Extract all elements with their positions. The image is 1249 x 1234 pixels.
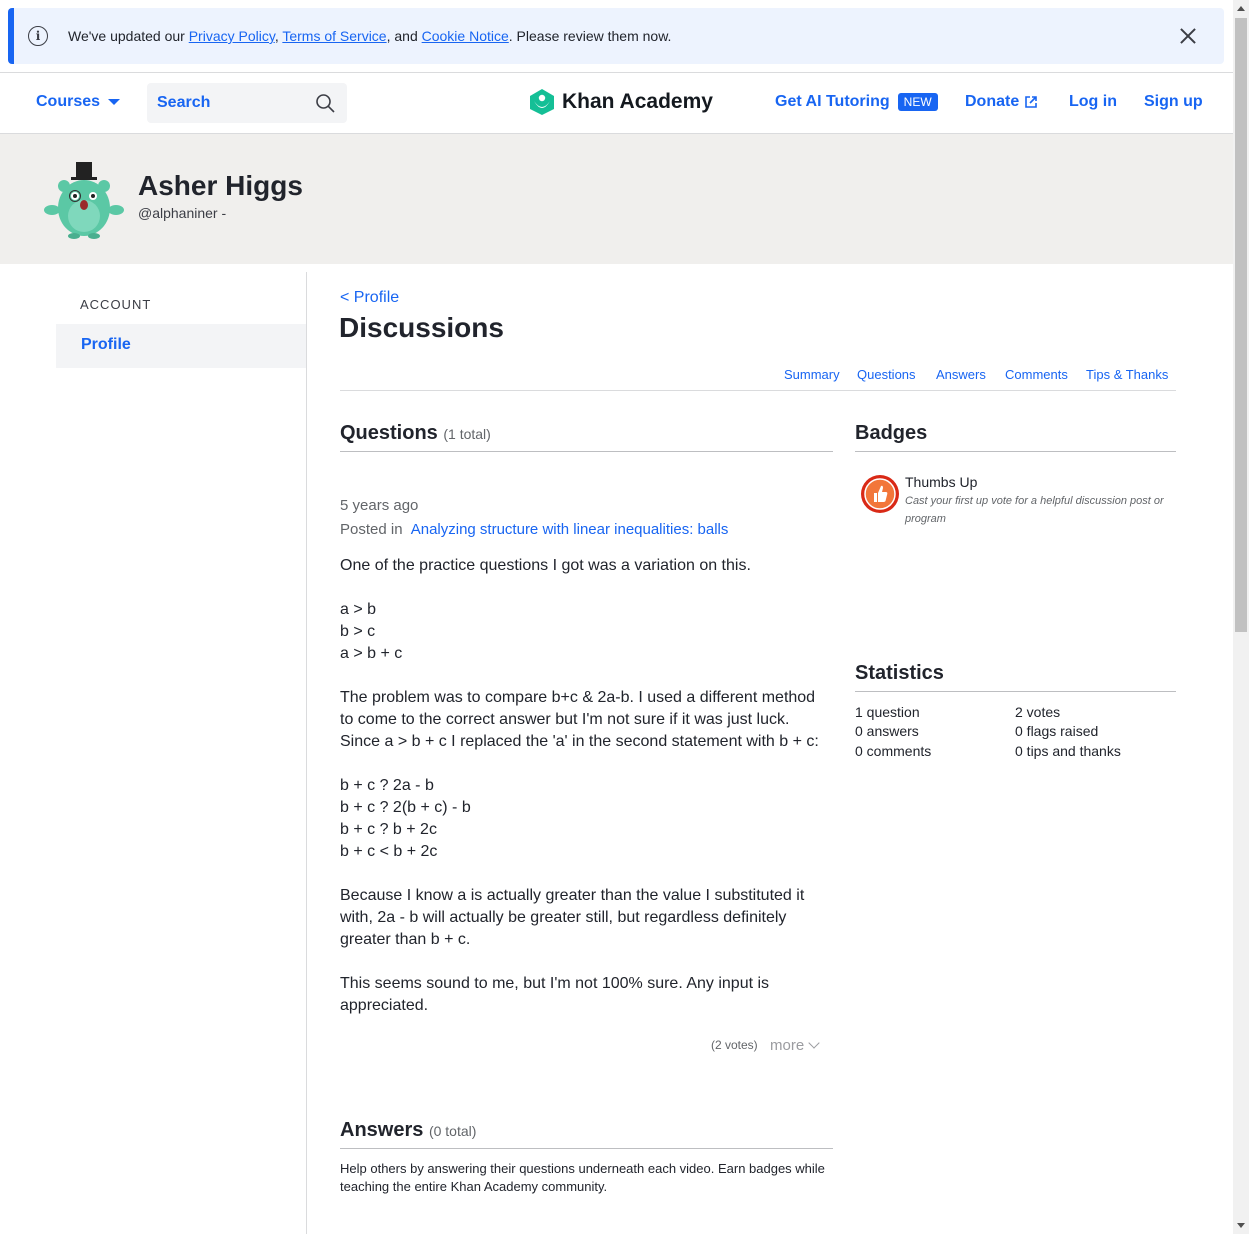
stat-questions: 1 question	[855, 704, 920, 720]
profile-banner: Asher Higgs @alphaniner -	[0, 134, 1233, 264]
stat-comments: 0 comments	[855, 743, 932, 759]
close-icon[interactable]	[1178, 26, 1198, 46]
sidebar-divider	[306, 272, 307, 1234]
stat-votes: 2 votes	[1015, 704, 1061, 720]
khan-academy-logo[interactable]: Khan Academy	[528, 88, 713, 116]
top-nav: Courses Khan Academy Get AI Tutoring NEW…	[0, 72, 1233, 134]
answers-rule	[340, 1148, 833, 1149]
info-icon: i	[28, 26, 48, 46]
external-link-icon	[1025, 96, 1038, 108]
chevron-down-icon	[808, 1037, 820, 1049]
statistics-heading: Statistics	[855, 662, 944, 684]
questions-rule	[340, 451, 833, 452]
donate-link[interactable]: Donate	[965, 93, 1038, 111]
policy-notice-banner: i We've updated our Privacy Policy, Term…	[8, 8, 1224, 64]
sidebar-item-profile[interactable]: Profile	[56, 324, 306, 368]
vote-count: (2 votes)	[711, 1038, 758, 1052]
tab-questions[interactable]: Questions	[857, 367, 916, 382]
question-paragraph: The problem was to compare b+c & 2a-b. I…	[340, 689, 819, 750]
discussion-tabs: Summary Questions Answers Comments Tips …	[340, 366, 1176, 391]
question-timestamp: 5 years ago	[340, 497, 419, 514]
back-to-profile-link[interactable]: < Profile	[340, 289, 399, 307]
badge-description: Cast your first up vote for a helpful di…	[905, 495, 1164, 525]
badge-name: Thumbs Up	[905, 474, 978, 490]
question-posted-in: Posted in Analyzing structure with linea…	[340, 521, 729, 538]
scroll-down-arrow-icon[interactable]	[1237, 1223, 1245, 1228]
profile-username: @alphaniner -	[138, 205, 227, 221]
stat-answers: 0 answers	[855, 723, 919, 739]
search-input[interactable]	[147, 94, 297, 112]
cookie-notice-link[interactable]: Cookie Notice	[422, 28, 509, 44]
thumbs-up-icon	[861, 475, 899, 513]
stat-flags: 0 flags raised	[1015, 723, 1099, 739]
tab-summary[interactable]: Summary	[784, 367, 840, 382]
more-button[interactable]: more	[770, 1037, 820, 1054]
statistics-rule	[855, 691, 1176, 692]
scrollbar-thumb[interactable]	[1235, 18, 1247, 632]
stat-tips: 0 tips and thanks	[1015, 743, 1121, 759]
login-link[interactable]: Log in	[1069, 93, 1117, 111]
search-box[interactable]	[147, 83, 347, 123]
questions-total: (1 total)	[443, 426, 491, 442]
question-paragraph: a > b b > c a > b + c	[340, 601, 403, 662]
answers-note: Help others by answering their questions…	[340, 1161, 825, 1194]
search-icon[interactable]	[315, 93, 335, 113]
question-topic-link[interactable]: Analyzing structure with linear inequali…	[411, 521, 729, 538]
badges-rule	[855, 451, 1176, 452]
answers-total: (0 total)	[428, 1123, 477, 1139]
question-paragraph: b + c ? 2a - b b + c ? 2(b + c) - b b + …	[340, 777, 471, 860]
question-paragraph: Because I know a is actually greater tha…	[340, 887, 805, 948]
tab-answers[interactable]: Answers	[936, 367, 986, 382]
tab-tips-thanks[interactable]: Tips & Thanks	[1086, 367, 1168, 382]
ai-tutoring-link[interactable]: Get AI Tutoring NEW	[775, 93, 938, 111]
profile-name: Asher Higgs	[138, 170, 303, 201]
questions-heading: Questions (1 total)	[340, 422, 491, 444]
answers-heading: Answers (0 total)	[340, 1119, 477, 1141]
question-paragraph: This seems sound to me, but I'm not 100%…	[340, 975, 770, 1014]
page-scrollbar[interactable]	[1233, 0, 1249, 1234]
tab-comments[interactable]: Comments	[1005, 367, 1068, 382]
new-badge: NEW	[897, 93, 938, 111]
scroll-up-arrow-icon[interactable]	[1237, 6, 1245, 11]
signup-link[interactable]: Sign up	[1144, 93, 1203, 111]
terms-of-service-link[interactable]: Terms of Service	[282, 28, 386, 44]
courses-menu-button[interactable]: Courses	[36, 93, 121, 111]
sidebar-section-label: ACCOUNT	[80, 297, 152, 312]
badges-heading: Badges	[855, 422, 928, 444]
caret-down-icon	[108, 99, 121, 105]
notice-text: We've updated our Privacy Policy, Terms …	[68, 28, 672, 44]
question-paragraph: One of the practice questions I got was …	[340, 557, 751, 574]
avatar	[44, 162, 124, 239]
page-title: Discussions	[339, 312, 504, 343]
privacy-policy-link[interactable]: Privacy Policy	[189, 28, 275, 44]
khan-academy-hexagon-icon	[530, 89, 554, 115]
